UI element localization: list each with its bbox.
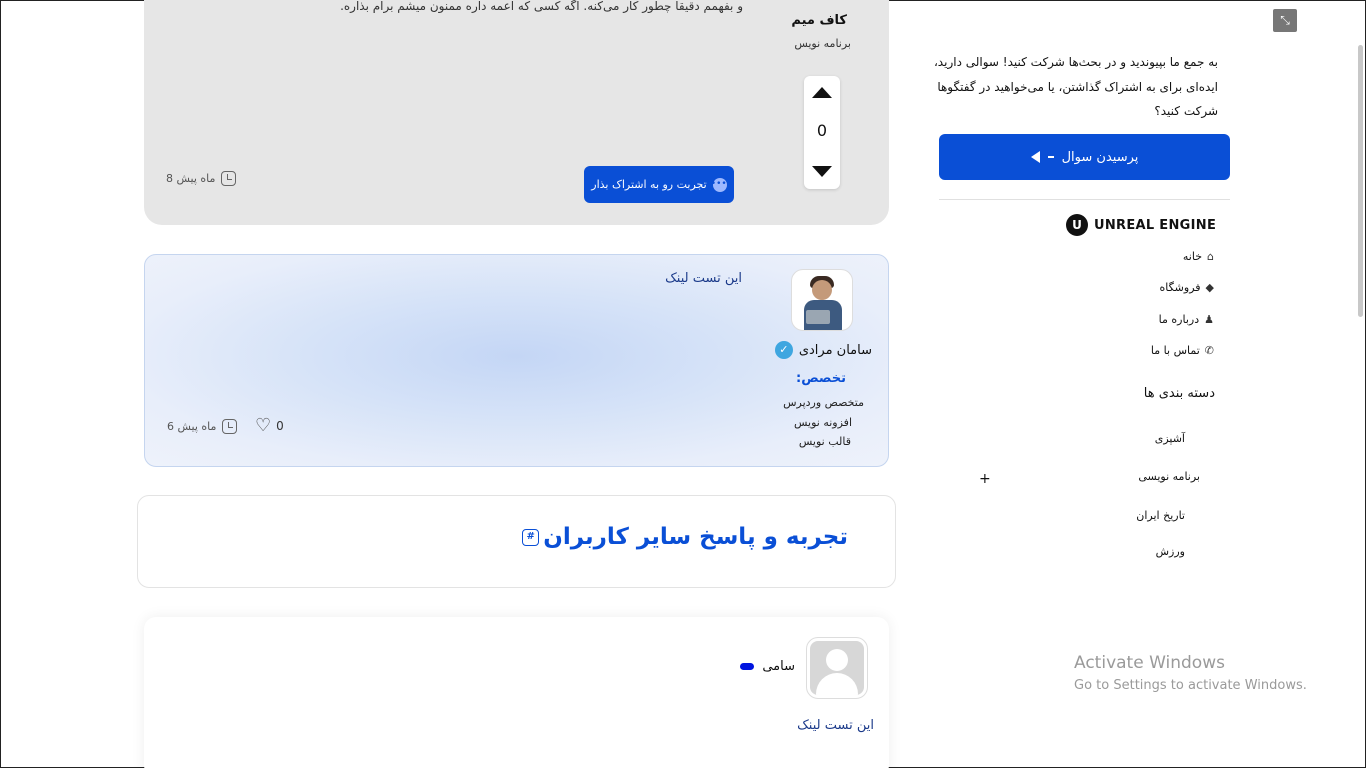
answer-timestamp: 6 ماه پیش: [167, 419, 238, 434]
verified-badge-icon: ✓: [774, 341, 793, 359]
answer-card: این تست لینک سامان مرادی ✓ تخصص: متخصص و…: [144, 254, 889, 467]
ask-question-label: پرسیدن سوال: [1061, 149, 1139, 165]
avatar-body: [816, 673, 858, 695]
vote-widget: 0: [804, 76, 840, 189]
expertise-item: افزونه نویس: [794, 416, 852, 429]
upvote-icon[interactable]: [812, 87, 832, 98]
section-title-text: تجربه و پاسخ سایر کاربران: [543, 524, 848, 550]
sidebar-intro: به جمع ما بپیوندید و در بحث‌ها شرکت کنید…: [933, 55, 1218, 118]
tag-icon: ◆: [1205, 281, 1214, 294]
section-title: تجربه و پاسخ سایر کاربران #: [522, 524, 848, 550]
avatar-head: [812, 280, 832, 300]
home-icon: ⌂: [1207, 250, 1214, 263]
expertise-item: متخصص وردپرس: [783, 396, 864, 409]
like-button[interactable]: ♡ 0: [255, 415, 284, 436]
logo-text: UNREAL ENGINE: [1094, 217, 1217, 233]
unreal-logo-icon: U: [1066, 214, 1088, 236]
share-experience-label: تجربت رو به اشتراک بذار: [591, 178, 707, 191]
category-item-iran-history[interactable]: تاریخ ایران: [1136, 509, 1185, 522]
answer-author-name: سامان مرادی: [798, 342, 872, 358]
ask-question-button[interactable]: پرسیدن سوال: [939, 134, 1230, 180]
share-experience-button[interactable]: ••• تجربت رو به اشتراک بذار: [584, 166, 734, 203]
question-text: و بفهمم دقیقا چطور کار می‌کنه. اگه کسی ک…: [340, 0, 743, 13]
user-icon: ♟: [1204, 313, 1214, 326]
comment-author-name: سامی: [762, 659, 795, 674]
sidebar-item-label: تماس با ما: [1150, 344, 1200, 357]
more-dots-icon: •••: [711, 177, 727, 192]
vote-count: 0: [816, 121, 828, 140]
windows-activation-subtitle: Go to Settings to activate Windows.: [1074, 678, 1307, 693]
avatar-head: [826, 649, 848, 671]
categories-title: دسته بندی ها: [1143, 386, 1215, 401]
sidebar-divider: [939, 199, 1230, 200]
section-heading-card: تجربه و پاسخ سایر کاربران #: [137, 495, 896, 588]
clock-icon: [222, 419, 238, 434]
answer-author[interactable]: سامان مرادی ✓: [774, 341, 872, 359]
heart-icon: ♡: [255, 415, 272, 436]
avatar[interactable]: [806, 637, 868, 699]
scrollbar[interactable]: [1358, 45, 1363, 317]
sidebar-item-about[interactable]: ♟ درباره ما: [1159, 313, 1214, 326]
role-badge: [740, 663, 755, 670]
dash-icon: [1047, 156, 1054, 158]
collapse-icon[interactable]: ⤡: [1273, 9, 1297, 32]
question-author-role: برنامه نویس: [794, 37, 851, 50]
comment-author[interactable]: سامی: [740, 659, 795, 674]
question-author-name[interactable]: کاف میم: [791, 13, 847, 28]
expertise-title: تخصص:: [796, 371, 846, 386]
sidebar-item-home[interactable]: ⌂ خانه: [1183, 250, 1214, 263]
question-timestamp: 8 ماه پیش: [166, 171, 237, 186]
category-item-sports[interactable]: ورزش: [1156, 545, 1185, 558]
avatar[interactable]: [791, 269, 853, 331]
laptop-icon: [806, 310, 830, 324]
answer-link[interactable]: این تست لینک: [665, 271, 742, 286]
site-logo[interactable]: U UNREAL ENGINE: [1066, 214, 1216, 236]
downvote-icon[interactable]: [812, 166, 832, 177]
question-time-text: 8 ماه پیش: [166, 172, 216, 185]
expand-plus-icon[interactable]: +: [979, 471, 991, 487]
comment-card: سامی این تست لینک: [144, 617, 889, 768]
comment-link[interactable]: این تست لینک: [797, 718, 874, 733]
answer-time-text: 6 ماه پیش: [167, 420, 217, 433]
sidebar-item-label: خانه: [1182, 250, 1203, 263]
hash-icon: #: [522, 528, 540, 546]
default-avatar-icon: [810, 641, 864, 695]
sidebar-item-shop[interactable]: ◆ فروشگاه: [1159, 281, 1214, 294]
sidebar-item-label: درباره ما: [1158, 313, 1200, 326]
question-card: و بفهمم دقیقا چطور کار می‌کنه. اگه کسی ک…: [144, 0, 889, 225]
like-count: 0: [276, 419, 284, 433]
phone-icon: ✆: [1204, 344, 1214, 357]
clock-icon: [221, 171, 237, 186]
expertise-item: قالب نویس: [798, 435, 851, 448]
category-item-programming[interactable]: برنامه نویسی: [1138, 470, 1200, 483]
windows-activation-title: Activate Windows: [1074, 653, 1225, 673]
sidebar-item-label: فروشگاه: [1159, 281, 1201, 294]
sidebar-item-contact[interactable]: ✆ تماس با ما: [1151, 344, 1214, 357]
category-item-cooking[interactable]: آشپزی: [1155, 432, 1185, 445]
megaphone-icon: [1030, 151, 1040, 163]
